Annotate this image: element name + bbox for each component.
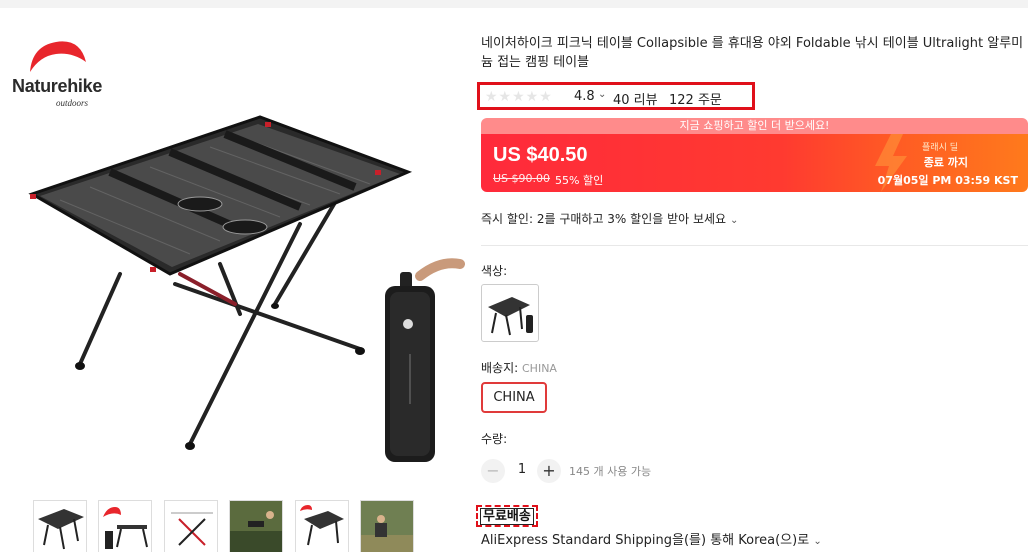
shipping-method-text: AliExpress Standard Shipping을(를) 통해 Kore… [481, 533, 810, 548]
flash-deal-label: 플래시 딜 [922, 143, 958, 153]
thumbnail-4[interactable] [229, 500, 283, 552]
color-label: 색상: [481, 264, 508, 278]
instant-discount[interactable]: 즉시 할인: 2를 구매하고 3% 할인을 받아 보세요 ⌄ [481, 210, 738, 227]
free-shipping-badge: 무료배송 [476, 505, 538, 527]
brand-logo-mark [30, 41, 86, 72]
price-panel: US $40.50 US $90.00 55% 할인 플래시 딜 종료 까지 0… [481, 134, 1028, 192]
chevron-down-icon: ⌄ [729, 215, 739, 226]
thumbnail-outdoor-image [230, 501, 282, 552]
color-swatch-image [488, 297, 533, 336]
brand-subtitle: outdoors [56, 98, 89, 108]
ships-from-label: 배송지: CHINA [481, 359, 557, 376]
thumbnail-detail-image [171, 512, 213, 546]
star-rating-icon: ★★★★★ [485, 89, 553, 105]
rating-value[interactable]: 4.8 [574, 89, 595, 104]
chevron-down-icon: ⌄ [813, 536, 822, 547]
flash-deal-time: 07월05일 PM 03:59 KST [877, 174, 1018, 187]
discount-badge: 55% 할인 [555, 174, 604, 187]
rating-summary: ★★★★★ 4.8 ⌄ 40 리뷰 122 주문 [477, 82, 755, 110]
brand-logo [12, 24, 122, 124]
free-shipping-text: 무료배송 [480, 508, 534, 525]
product-title: 네이처하이크 피크닉 테이블 Collapsible 를 휴대용 야외 Fold… [481, 36, 1024, 70]
instant-discount-text: 즉시 할인: 2를 구매하고 3% 할인을 받아 보세요 [481, 212, 727, 226]
thumbnail-table-image [38, 509, 84, 550]
thumbnail-3[interactable] [164, 500, 218, 552]
ships-from-option-china[interactable]: CHINA [481, 382, 547, 413]
thumbnail-strip [33, 500, 433, 552]
brand-name: Naturehike [12, 76, 103, 96]
order-count: 122 주문 [669, 93, 722, 108]
color-option[interactable] [481, 284, 539, 342]
promo-banner[interactable]: 지금 쇼핑하고 할인 더 받으세요! [481, 118, 1028, 134]
product-info-panel: 네이처하이크 피크닉 테이블 Collapsible 를 휴대용 야외 Fold… [476, 0, 1028, 552]
quantity-available: 145 개 사용 가능 [569, 465, 652, 478]
section-divider [481, 245, 1028, 246]
thumbnail-5[interactable] [295, 500, 349, 552]
ships-from-label-text: 배송지: [481, 361, 519, 375]
original-price: US $90.00 [493, 172, 551, 185]
thumbnail-set-image [103, 507, 148, 549]
ships-from-value: CHINA [522, 362, 557, 375]
thumbnail-2[interactable] [98, 500, 152, 552]
flash-deal-ends: 종료 까지 [923, 156, 968, 169]
thumbnail-6[interactable] [360, 500, 414, 552]
thumbnail-1[interactable] [33, 500, 87, 552]
current-price: US $40.50 [493, 144, 588, 166]
chevron-down-icon[interactable]: ⌄ [598, 89, 606, 100]
review-count-link[interactable]: 40 리뷰 [613, 89, 658, 108]
thumbnail-table-angle-image [300, 505, 344, 546]
quantity-decrease-button[interactable]: − [481, 459, 505, 483]
shipping-method[interactable]: AliExpress Standard Shipping을(를) 통해 Kore… [481, 529, 822, 548]
quantity-value[interactable]: 1 [515, 462, 529, 477]
quantity-label: 수량: [481, 432, 508, 446]
quantity-increase-button[interactable]: + [537, 459, 561, 483]
thumbnail-camping-image [361, 501, 413, 552]
